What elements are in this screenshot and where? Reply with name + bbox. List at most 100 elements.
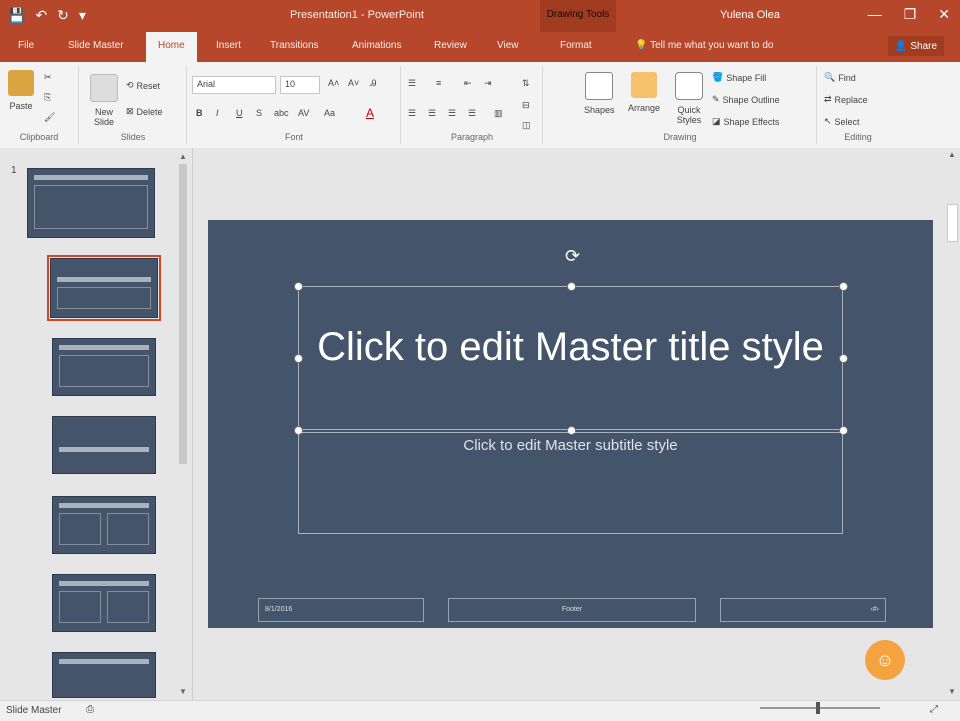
close-icon[interactable]: ✕ [938, 6, 950, 23]
strikethrough-icon[interactable]: abc [274, 108, 289, 118]
customize-qat-icon[interactable]: ▾ [79, 6, 86, 24]
tab-animations[interactable]: Animations [352, 40, 401, 51]
scroll-up-icon[interactable]: ▲ [948, 150, 956, 159]
font-size-select[interactable]: 10 [280, 76, 320, 94]
title-placeholder[interactable]: Click to edit Master title style [298, 286, 843, 430]
spellcheck-icon[interactable]: ⎙ [86, 704, 94, 715]
slide-canvas[interactable]: ⟳ Click to edit Master title style Click… [193, 148, 943, 700]
tab-transitions[interactable]: Transitions [270, 40, 319, 51]
scroll-down-icon[interactable]: ▼ [179, 687, 187, 696]
resize-handle[interactable] [567, 282, 576, 291]
date-placeholder[interactable]: 8/1/2016 [258, 598, 424, 622]
tell-me-search[interactable]: 💡 Tell me what you want to do [635, 40, 773, 51]
replace-button[interactable]: ⇄ Replace [824, 94, 868, 105]
tab-review[interactable]: Review [434, 40, 467, 51]
quick-styles-icon [675, 72, 703, 100]
scroll-thumb[interactable] [179, 164, 187, 464]
new-slide-button[interactable]: New Slide [88, 74, 120, 127]
cut-icon[interactable]: ✂ [44, 72, 52, 83]
undo-icon[interactable]: ↶ [35, 6, 47, 24]
zoom-knob[interactable] [816, 702, 820, 714]
scroll-down-icon[interactable]: ▼ [948, 687, 956, 696]
shape-fill-button[interactable]: 🪣 Shape Fill [712, 72, 766, 83]
tell-me-label: Tell me what you want to do [650, 40, 774, 51]
tab-view[interactable]: View [497, 40, 519, 51]
canvas-scrollbar[interactable]: ▲ ▼ [943, 148, 960, 700]
resize-handle[interactable] [294, 282, 303, 291]
numbering-icon[interactable]: ≡ [436, 78, 441, 88]
change-case-icon[interactable]: Aa [324, 108, 335, 118]
smartart-icon[interactable]: ◫ [522, 120, 531, 131]
scroll-up-icon[interactable]: ▲ [179, 152, 187, 161]
shrink-font-icon[interactable]: A˅ [348, 78, 359, 88]
outdent-icon[interactable]: ⇥ [484, 78, 492, 89]
quick-styles-button[interactable]: Quick Styles [672, 72, 706, 125]
font-color-icon[interactable]: A [366, 106, 374, 120]
thumbnail-scrollbar[interactable]: ▲ ▼ [177, 150, 189, 698]
footer-placeholder[interactable]: Footer [448, 598, 696, 622]
share-button[interactable]: 👤 Share [888, 36, 944, 56]
scroll-thumb[interactable] [947, 204, 958, 242]
delete-button[interactable]: ⊠ Delete [126, 106, 163, 117]
layout-thumbnail-2[interactable] [52, 338, 156, 396]
underline-button[interactable]: U [236, 108, 243, 118]
columns-icon[interactable]: ▥ [494, 108, 503, 119]
font-name-select[interactable]: Arial [192, 76, 276, 94]
redo-icon[interactable]: ↻ [57, 6, 69, 24]
bold-button[interactable]: B [196, 108, 203, 118]
clear-format-icon[interactable]: Ꭿ [370, 78, 377, 89]
resize-handle[interactable] [839, 282, 848, 291]
tab-slide-master[interactable]: Slide Master [68, 40, 124, 51]
master-subtitle-text[interactable]: Click to edit Master subtitle style [299, 437, 842, 454]
align-right-icon[interactable]: ☰ [448, 108, 456, 119]
layout-thumbnail-1[interactable] [47, 255, 161, 321]
italic-button[interactable]: I [216, 108, 219, 118]
master-thumbnail[interactable] [27, 168, 155, 238]
layout-thumbnail-6[interactable] [52, 652, 156, 698]
select-button[interactable]: ↖ Select [824, 116, 860, 127]
status-bar: Slide Master ⎙ ⤢ [0, 700, 960, 721]
fit-slide-icon[interactable]: ⤢ [930, 704, 938, 715]
char-spacing-icon[interactable]: AV [298, 108, 309, 118]
copy-icon[interactable]: ⎘ [44, 92, 51, 103]
grow-font-icon[interactable]: A˄ [328, 78, 339, 88]
arrange-button[interactable]: Arrange [628, 72, 660, 113]
resize-handle[interactable] [294, 354, 303, 363]
tab-format[interactable]: Format [560, 40, 592, 51]
shadow-button[interactable]: S [256, 108, 262, 118]
justify-icon[interactable]: ☰ [468, 108, 476, 119]
reset-button[interactable]: ⟲ Reset [126, 80, 160, 91]
shape-effects-button[interactable]: ◪ Shape Effects [712, 116, 779, 127]
user-name[interactable]: Yulena Olea [720, 9, 780, 21]
find-button[interactable]: 🔍 Find [824, 72, 856, 83]
tab-insert[interactable]: Insert [216, 40, 241, 51]
format-painter-icon[interactable]: 🖌 [44, 112, 55, 123]
indent-icon[interactable]: ⇤ [464, 78, 472, 89]
rotate-handle-icon[interactable]: ⟳ [565, 246, 580, 267]
zoom-slider[interactable] [760, 702, 880, 714]
text-direction-icon[interactable]: ⇅ [522, 78, 530, 89]
paste-button[interactable]: Paste [8, 70, 34, 111]
tab-file[interactable]: File [18, 40, 34, 51]
shape-outline-button[interactable]: ✎ Shape Outline [712, 94, 780, 105]
slide-number-placeholder[interactable]: ‹#› [720, 598, 886, 622]
shapes-button[interactable]: Shapes [584, 72, 615, 115]
minimize-icon[interactable]: — [868, 6, 882, 23]
align-text-icon[interactable]: ⊟ [522, 100, 530, 111]
layout-thumbnail-4[interactable] [52, 496, 156, 554]
restore-icon[interactable]: ❐ [904, 6, 917, 23]
align-center-icon[interactable]: ☰ [428, 108, 436, 119]
delete-icon: ⊠ [126, 106, 134, 116]
tab-home[interactable]: Home [146, 32, 197, 62]
resize-handle[interactable] [839, 354, 848, 363]
subtitle-placeholder[interactable]: Click to edit Master subtitle style [298, 432, 843, 534]
clipboard-label: Clipboard [19, 132, 59, 142]
master-title-text[interactable]: Click to edit Master title style [299, 323, 842, 371]
save-icon[interactable]: 💾 [8, 6, 25, 24]
arrange-icon [631, 72, 658, 98]
layout-thumbnail-5[interactable] [52, 574, 156, 632]
align-left-icon[interactable]: ☰ [408, 108, 416, 119]
master-slide[interactable]: ⟳ Click to edit Master title style Click… [208, 220, 933, 628]
bullets-icon[interactable]: ☰ [408, 78, 416, 89]
layout-thumbnail-3[interactable] [52, 416, 156, 474]
